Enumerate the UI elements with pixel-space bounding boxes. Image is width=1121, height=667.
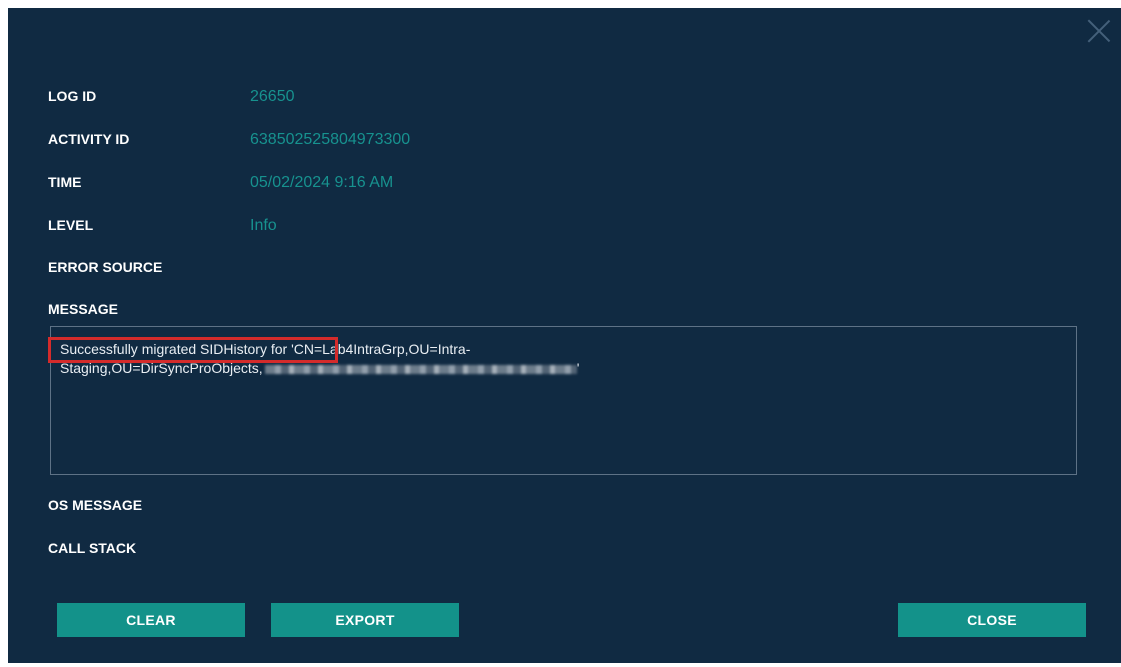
field-label-level: LEVEL [48, 217, 94, 233]
field-label-log-id: LOG ID [48, 88, 97, 104]
message-label: MESSAGE [48, 301, 119, 317]
message-line-2-end: ' [576, 360, 580, 376]
call-stack-label: CALL STACK [48, 540, 137, 556]
field-value-level: Info [250, 217, 277, 234]
os-message-label: OS MESSAGE [48, 497, 143, 513]
export-button[interactable]: EXPORT [271, 603, 459, 637]
field-label-time: TIME [48, 174, 82, 190]
field-label-activity-id: ACTIVITY ID [48, 131, 130, 147]
close-button[interactable]: CLOSE [898, 603, 1086, 637]
redacted-text [264, 364, 577, 374]
field-value-log-id: 26650 [250, 88, 295, 105]
highlight-box [48, 337, 338, 363]
field-value-time: 05/02/2024 9:16 AM [250, 174, 394, 191]
field-value-activity-id: 638502525804973300 [250, 131, 411, 148]
field-label-error-source: ERROR SOURCE [48, 259, 163, 275]
close-icon[interactable] [1086, 18, 1112, 44]
clear-button[interactable]: CLEAR [57, 603, 245, 637]
